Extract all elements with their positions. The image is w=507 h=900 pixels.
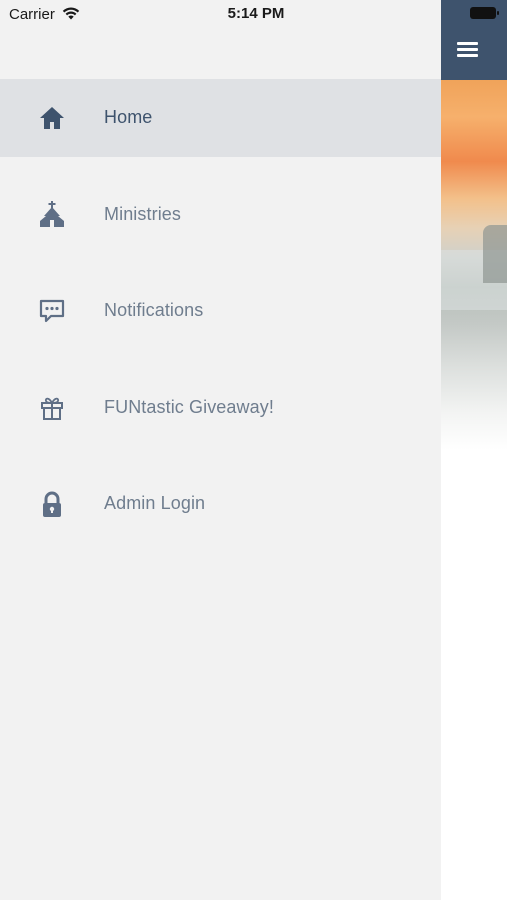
hero-image (441, 80, 507, 450)
menu-item-label: Admin Login (104, 493, 206, 513)
church-icon (36, 199, 68, 231)
menu-item-home[interactable]: Home (0, 79, 441, 157)
status-bar: Carrier 5:14 PM (0, 0, 441, 28)
lock-icon (36, 488, 68, 520)
menu-item-label: Notifications (104, 300, 204, 320)
menu-item-giveaway[interactable]: FUNtastic Giveaway! (0, 369, 441, 447)
chat-bubble-icon (36, 295, 68, 327)
drawer-menu: Home Ministries Notifications FUNtastic … (0, 79, 441, 562)
home-icon (36, 102, 68, 134)
menu-item-label: FUNtastic Giveaway! (104, 396, 274, 417)
hamburger-menu-icon[interactable] (453, 36, 483, 62)
app-screen: Carrier 5:14 PM Home Ministries Notifica… (0, 0, 507, 900)
gift-icon (36, 392, 68, 424)
main-content-peek[interactable] (441, 0, 507, 900)
menu-item-label: Ministries (104, 203, 182, 224)
menu-item-notifications[interactable]: Notifications (0, 272, 441, 350)
menu-item-label: Home (104, 107, 153, 127)
navigation-drawer: Carrier 5:14 PM Home Ministries Notifica… (0, 0, 441, 900)
menu-item-ministries[interactable]: Ministries (0, 176, 441, 254)
menu-item-admin-login[interactable]: Admin Login (0, 465, 441, 543)
status-time: 5:14 PM (227, 5, 285, 22)
